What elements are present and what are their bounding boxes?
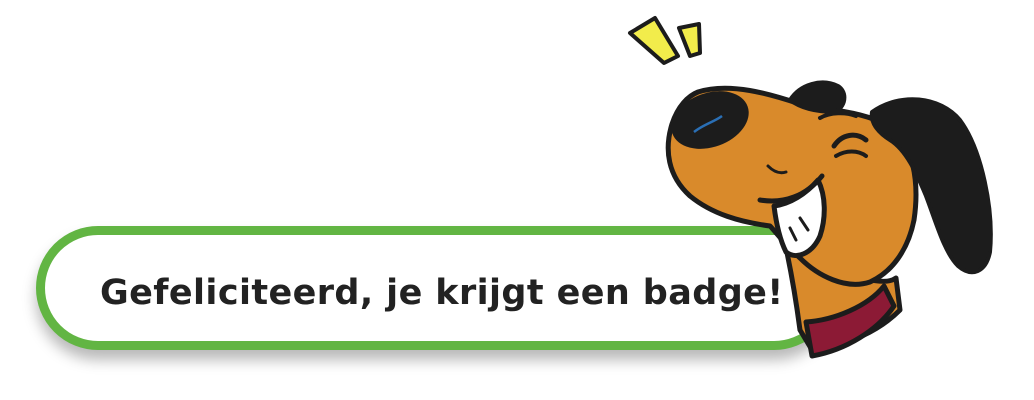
sparkle-icon (628, 16, 702, 65)
congratulations-message: Gefeliciteerd, je krijgt een badge! (100, 273, 784, 313)
badge-dialog: Gefeliciteerd, je krijgt een badge! (0, 0, 1034, 400)
